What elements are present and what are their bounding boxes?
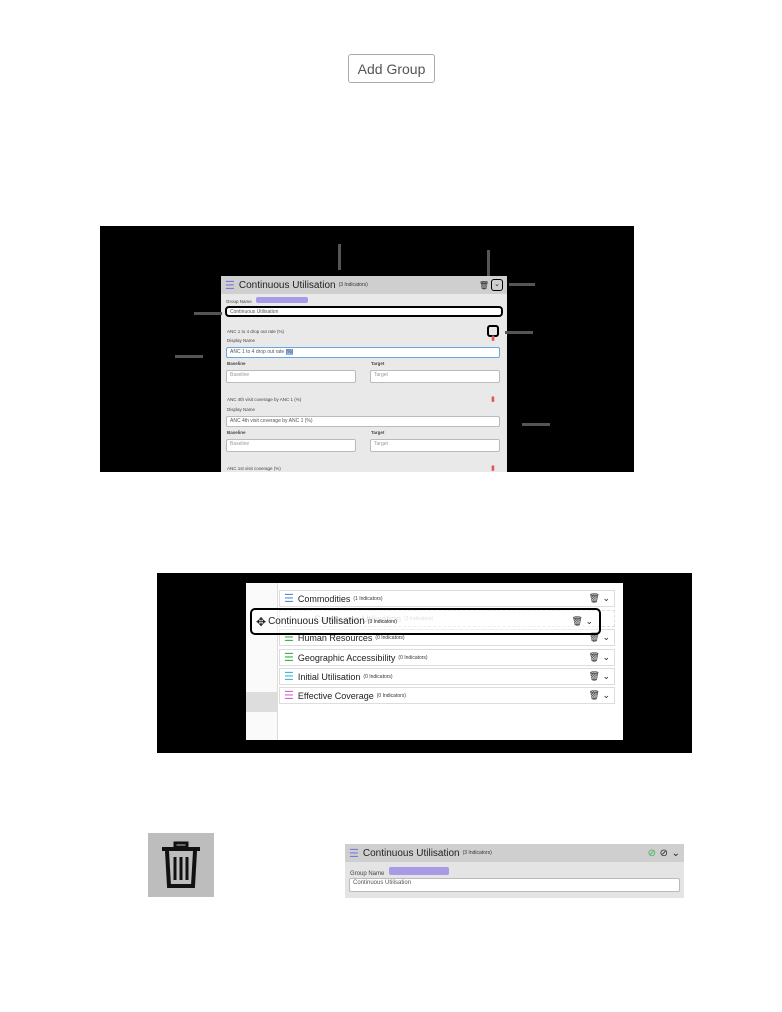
row-actions-icon[interactable]: 🗑 ⌄ [589, 671, 610, 682]
drag-handle-icon[interactable]: ☰ [284, 651, 294, 664]
callout-arrow [338, 244, 341, 270]
group-row[interactable]: ☰ Effective Coverage (0 Indicators) 🗑 ⌄ [279, 687, 615, 704]
group-row-title: Geographic Accessibility [297, 652, 396, 663]
delete-indicator-icon[interactable]: ▮ [491, 395, 495, 403]
text-selection: (%) [285, 349, 294, 355]
target-label: Target [371, 361, 385, 366]
group-row[interactable]: ☰ Geographic Accessibility (0 Indicators… [279, 649, 615, 666]
baseline-label: Baseline [227, 430, 246, 435]
group-row-count: (1 Indicators) [353, 595, 383, 602]
group-name-label: Group Name [226, 297, 309, 304]
confirm-delete-icon[interactable]: ⊘ [648, 848, 656, 859]
delete-indicator-icon[interactable]: ▮ [487, 325, 499, 342]
baseline-input[interactable]: Baseline [226, 439, 356, 452]
display-name-input[interactable]: ANC 4th visit coverage by ANC 1 (%) [226, 416, 500, 427]
delete-indicator-icon[interactable]: ▮ [491, 464, 495, 472]
target-input[interactable]: Target [370, 439, 500, 452]
callout-arrow [175, 355, 203, 358]
drag-handle-icon[interactable]: ☰ [284, 670, 294, 683]
group-count: (3 Indicators) [462, 850, 492, 856]
trash-icon-closeup [148, 833, 214, 897]
indicator-name: ANC 1st visit coverage (%) [227, 466, 281, 471]
drag-handle-icon[interactable]: ☰ [284, 689, 294, 702]
group-row-count: (0 Indicators) [363, 673, 393, 680]
group-editor-screenshot: ☰ Continuous Utilisation (3 Indicators) … [100, 226, 634, 472]
drag-handle-icon[interactable]: ☰ [284, 592, 294, 605]
group-header: ☰ Continuous Utilisation (3 Indicators) … [345, 844, 684, 862]
group-row-title: Commodities [297, 593, 351, 604]
sidebar-row-selected [246, 692, 277, 712]
group-row-title: Initial Utilisation [297, 671, 361, 682]
indicator-name: ANC 4th visit coverage by ANC 1 (%) [227, 397, 302, 402]
display-name-label: Display Name [227, 338, 256, 343]
display-name-input[interactable]: ANC 1 to 4 drop out rate (%) [226, 347, 500, 358]
group-row-count: (0 Indicators) [398, 654, 428, 661]
group-name-input[interactable]: Continuous Utilisation [349, 878, 680, 892]
row-actions-icon[interactable]: 🗑 ⌄ [589, 690, 610, 701]
move-cursor-icon: ✥ [256, 614, 267, 629]
group-row[interactable]: ☰ Commodities (1 Indicators) 🗑 ⌄ [279, 590, 615, 607]
baseline-label: Baseline [227, 361, 246, 366]
group-row[interactable]: ☰ Initial Utilisation (0 Indicators) 🗑 ⌄ [279, 668, 615, 685]
group-name-input[interactable]: Continuous Utilisation [225, 306, 503, 317]
brace-marker [322, 270, 354, 276]
sidebar-strip [246, 583, 278, 740]
group-title: Continuous Utilisation [362, 847, 460, 859]
target-label: Target [371, 430, 385, 435]
trash-icon [162, 841, 200, 888]
group-count: (3 Indicators) [338, 282, 368, 288]
group-color-select[interactable] [389, 867, 450, 875]
callout-arrow [509, 283, 535, 286]
collapse-chevron-icon[interactable]: ⌄ [491, 279, 503, 291]
group-row-title: Effective Coverage [297, 690, 374, 701]
callout-arrow [194, 312, 222, 315]
group-confirm-panel: ☰ Continuous Utilisation (3 Indicators) … [345, 844, 684, 898]
group-header: ☰ Continuous Utilisation (3 Indicators) … [221, 276, 507, 294]
drag-handle-icon[interactable]: ☰ [349, 847, 359, 860]
group-title: Continuous Utilisation [238, 279, 336, 291]
group-name-label: Group Name [350, 867, 450, 877]
callout-arrow [522, 423, 550, 426]
dragging-row-count: (3 Indicators) [367, 618, 397, 625]
group-panel: ☰ Continuous Utilisation (3 Indicators) … [221, 276, 507, 472]
collapse-chevron-icon[interactable]: ⌄ [672, 848, 680, 859]
target-input[interactable]: Target [370, 370, 500, 383]
drag-handle-icon[interactable]: ☰ [225, 279, 235, 292]
dragging-row-title: Continuous Utilisation [268, 616, 365, 627]
baseline-input[interactable]: Baseline [226, 370, 356, 383]
row-actions-icon[interactable]: 🗑 ⌄ [589, 593, 610, 604]
callout-arrow [487, 250, 490, 276]
group-row-count: (0 Indicators) [375, 634, 405, 641]
group-row-count: (0 Indicators) [376, 692, 406, 699]
indicator-name: ANC 1 to 4 drop out rate (%) [227, 329, 285, 334]
group-color-select[interactable] [256, 297, 309, 303]
delete-group-icon[interactable]: 🗑 [479, 281, 489, 290]
add-group-button[interactable]: Add Group [348, 54, 435, 83]
cancel-delete-icon[interactable]: ⊘ [660, 848, 668, 859]
display-name-label: Display Name [227, 407, 256, 412]
row-actions-icon[interactable]: 🗑 ⌄ [589, 652, 610, 663]
row-actions-icon: 🗑 ⌄ [571, 616, 593, 626]
callout-arrow [505, 331, 533, 334]
dragging-row[interactable]: ✥ Continuous Utilisation (3 Indicators) … [250, 608, 601, 635]
